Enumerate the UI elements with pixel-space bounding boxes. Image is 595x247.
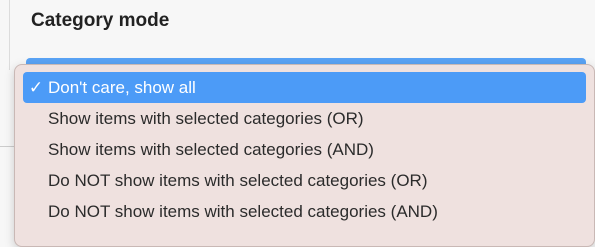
menu-option-hide-and[interactable]: Do NOT show items with selected categori… <box>23 196 586 227</box>
menu-options-list: ✓ Don't care, show all Show items with s… <box>23 72 586 227</box>
menu-option-hide-or[interactable]: Do NOT show items with selected categori… <box>23 165 586 196</box>
underlay-divider <box>0 146 14 147</box>
menu-option-label: Don't care, show all <box>48 78 196 97</box>
category-mode-dropdown-menu: ✓ Don't care, show all Show items with s… <box>14 64 595 247</box>
panel-divider <box>9 0 10 70</box>
category-mode-title: Category mode <box>31 10 170 31</box>
menu-option-show-and[interactable]: Show items with selected categories (AND… <box>23 134 586 165</box>
menu-option-label: Show items with selected categories (OR) <box>48 109 364 128</box>
menu-option-dont-care[interactable]: ✓ Don't care, show all <box>23 72 586 103</box>
menu-option-label: Do NOT show items with selected categori… <box>48 171 428 190</box>
menu-option-show-or[interactable]: Show items with selected categories (OR) <box>23 103 586 134</box>
checkmark-icon: ✓ <box>28 78 44 97</box>
menu-option-label: Do NOT show items with selected categori… <box>48 202 438 221</box>
menu-option-label: Show items with selected categories (AND… <box>48 140 374 159</box>
